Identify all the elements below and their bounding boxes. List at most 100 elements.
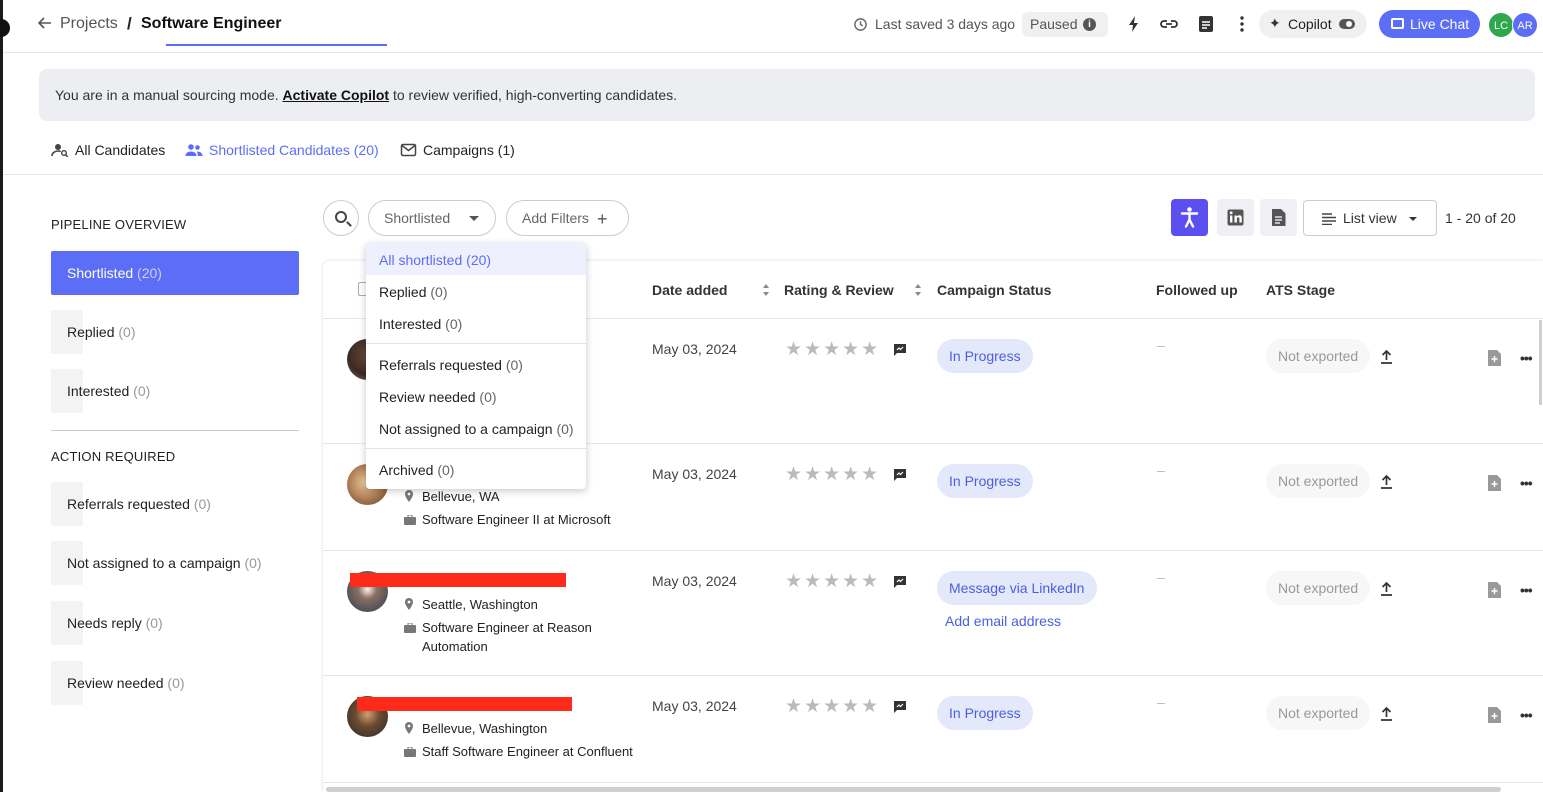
pipeline-item-shortlisted[interactable]: Shortlisted (20) xyxy=(51,251,299,295)
shortlist-filter-select[interactable]: Shortlisted xyxy=(368,200,496,236)
live-chat-button[interactable]: Live Chat xyxy=(1379,10,1480,38)
dropdown-item-count: (0) xyxy=(430,284,448,300)
avatar[interactable]: LC xyxy=(1488,12,1514,38)
document-icon[interactable] xyxy=(1196,14,1216,34)
campaign-status-badge[interactable]: In Progress xyxy=(937,339,1033,373)
copilot-label: Copilot xyxy=(1288,16,1332,32)
campaign-status-badge[interactable]: In Progress xyxy=(937,464,1033,498)
sort-icon[interactable] xyxy=(762,283,770,297)
action-required-title: ACTION REQUIRED xyxy=(51,449,176,464)
more-options-icon[interactable]: ••• xyxy=(1520,582,1533,598)
dropdown-item-referrals-requested[interactable]: Referrals requested (0) xyxy=(366,348,586,380)
more-options-icon[interactable]: ••• xyxy=(1520,475,1533,491)
campaign-status-badge[interactable]: In Progress xyxy=(937,696,1033,730)
rating-stars[interactable]: ★★★★★ xyxy=(785,572,880,591)
action-item-referrals-requested[interactable]: Referrals requested (0) xyxy=(51,482,211,526)
horizontal-scrollbar[interactable] xyxy=(326,787,1501,792)
dropdown-item-archived[interactable]: Archived (0) xyxy=(366,453,586,485)
rating-stars[interactable]: ★★★★★ xyxy=(785,340,880,359)
add-note-icon[interactable] xyxy=(1487,706,1502,724)
search-button[interactable] xyxy=(323,200,359,236)
tab-shortlisted-candidates[interactable]: Shortlisted Candidates (20) xyxy=(185,128,385,175)
pipeline-item-count: (0) xyxy=(133,383,151,399)
copilot-toggle-button[interactable]: ✦ Copilot xyxy=(1259,10,1367,38)
ats-stage-badge: Not exported xyxy=(1266,464,1370,498)
dropdown-item-replied[interactable]: Replied (0) xyxy=(366,275,586,307)
plus-icon: + xyxy=(597,209,608,229)
ats-stage-label: Not exported xyxy=(1278,473,1359,489)
upload-icon[interactable] xyxy=(1380,475,1393,489)
breadcrumb-projects[interactable]: Projects xyxy=(60,15,118,33)
add-note-icon[interactable] xyxy=(1487,349,1502,367)
status-badge[interactable]: Paused i xyxy=(1022,12,1108,37)
candidate-role-text: Software Engineer II at Microsoft xyxy=(422,512,611,527)
action-item-name: Needs reply xyxy=(67,615,142,631)
upload-icon[interactable] xyxy=(1380,582,1393,596)
activate-copilot-link[interactable]: Activate Copilot xyxy=(283,87,390,103)
more-options-icon[interactable]: ••• xyxy=(1520,350,1533,366)
sort-icon[interactable] xyxy=(914,283,922,297)
pipeline-item-replied[interactable]: Replied (0) xyxy=(51,310,136,354)
location-pin-icon xyxy=(405,490,413,502)
column-header-rating[interactable]: Rating & Review xyxy=(784,282,894,298)
people-icon xyxy=(185,144,203,156)
linkedin-view-button[interactable] xyxy=(1217,199,1254,236)
rating-stars[interactable]: ★★★★★ xyxy=(785,465,880,484)
review-icon[interactable] xyxy=(893,343,907,356)
add-note-icon[interactable] xyxy=(1487,474,1502,492)
accessibility-view-button[interactable] xyxy=(1171,199,1208,236)
briefcase-icon xyxy=(404,515,416,525)
followed-up-value: – xyxy=(1157,694,1165,710)
sparkle-icon: ✦ xyxy=(1269,15,1281,31)
review-icon[interactable] xyxy=(893,468,907,481)
followed-up-value: – xyxy=(1157,569,1165,585)
ats-stage-label: Not exported xyxy=(1278,580,1359,596)
avatar[interactable]: AR xyxy=(1512,12,1538,38)
action-item-name: Not assigned to a campaign xyxy=(67,555,241,571)
dropdown-item-not-assigned[interactable]: Not assigned to a campaign (0) xyxy=(366,412,586,444)
column-header-date-added[interactable]: Date added xyxy=(652,282,727,298)
lightning-icon[interactable] xyxy=(1124,14,1144,34)
vertical-scrollbar[interactable] xyxy=(1539,320,1542,405)
action-item-needs-reply[interactable]: Needs reply (0) xyxy=(51,601,163,645)
row-divider xyxy=(323,675,1543,676)
tab-campaigns[interactable]: Campaigns (1) xyxy=(400,128,520,175)
campaign-status-badge[interactable]: Message via LinkedIn xyxy=(937,571,1097,605)
resume-view-button[interactable] xyxy=(1260,199,1297,236)
action-item-name: Referrals requested xyxy=(67,496,190,512)
action-item-not-assigned[interactable]: Not assigned to a campaign (0) xyxy=(51,541,262,585)
rating-stars[interactable]: ★★★★★ xyxy=(785,697,880,716)
dropdown-item-interested[interactable]: Interested (0) xyxy=(366,307,586,339)
campaign-status-label: In Progress xyxy=(949,348,1021,364)
dropdown-item-all-shortlisted[interactable]: All shortlisted (20) xyxy=(366,243,586,275)
last-saved-text: Last saved 3 days ago xyxy=(875,16,1016,32)
dropdown-item-label: All shortlisted (20) xyxy=(379,252,491,268)
pipeline-item-interested[interactable]: Interested (0) xyxy=(51,369,150,413)
review-icon[interactable] xyxy=(893,575,907,588)
dropdown-item-review-needed[interactable]: Review needed (0) xyxy=(366,380,586,412)
add-email-link[interactable]: Add email address xyxy=(945,613,1061,629)
upload-icon[interactable] xyxy=(1380,707,1393,721)
dropdown-item-label: Interested (0) xyxy=(379,316,462,332)
info-icon[interactable]: i xyxy=(1083,18,1096,31)
add-filters-button[interactable]: Add Filters + xyxy=(506,200,629,236)
review-icon[interactable] xyxy=(893,700,907,713)
back-arrow-icon[interactable] xyxy=(37,15,53,31)
mail-icon xyxy=(400,143,417,157)
toggle-switch[interactable] xyxy=(1339,19,1355,29)
view-mode-select[interactable]: List view xyxy=(1303,200,1437,236)
briefcase-icon xyxy=(404,747,416,757)
tab-label: All Candidates xyxy=(75,142,166,158)
upload-icon[interactable] xyxy=(1380,350,1393,364)
banner-text-start: You are in a manual sourcing mode. xyxy=(55,87,283,103)
add-note-icon[interactable] xyxy=(1487,581,1502,599)
tab-all-candidates[interactable]: All Candidates xyxy=(51,128,171,175)
campaign-status-label: In Progress xyxy=(949,473,1021,489)
pipeline-item-name: Interested xyxy=(67,383,130,399)
more-vertical-icon[interactable] xyxy=(1232,14,1252,34)
link-settings-icon[interactable] xyxy=(1159,14,1179,34)
action-item-review-needed[interactable]: Review needed (0) xyxy=(51,661,185,705)
action-item-count: (0) xyxy=(145,615,163,631)
column-header-ats-stage: ATS Stage xyxy=(1266,282,1335,298)
more-options-icon[interactable]: ••• xyxy=(1520,707,1533,723)
